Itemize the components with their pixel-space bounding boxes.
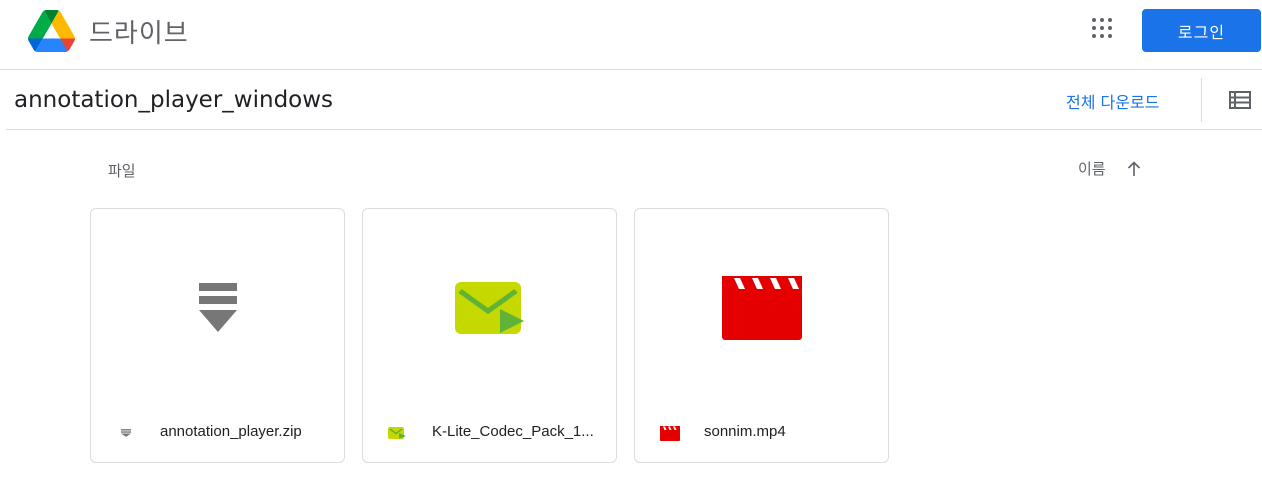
- arrow-up-icon: [1127, 160, 1140, 176]
- file-name: sonnim.mp4: [704, 423, 786, 440]
- file-name: annotation_player.zip: [160, 423, 302, 440]
- apps-grid-icon[interactable]: [1090, 16, 1114, 40]
- file-meta: annotation_player.zip: [91, 406, 344, 462]
- installer-icon: [388, 427, 406, 439]
- file-meta: K-Lite_Codec_Pack_1...: [363, 406, 616, 462]
- top-bar: 드라이브 로그인: [0, 0, 1262, 70]
- file-name: K-Lite_Codec_Pack_1...: [432, 423, 594, 440]
- sort-by-name-button[interactable]: 이름: [1078, 158, 1142, 179]
- file-thumbnail: [91, 209, 344, 406]
- drive-logo-link[interactable]: 드라이브: [27, 10, 189, 52]
- file-thumbnail: [635, 209, 888, 406]
- video-icon: [660, 426, 680, 441]
- list-view-icon[interactable]: [1228, 89, 1252, 111]
- login-button[interactable]: 로그인: [1142, 9, 1261, 52]
- video-icon: [721, 275, 802, 340]
- zip-archive-icon: [198, 282, 237, 332]
- folder-bar: annotation_player_windows 전체 다운로드: [6, 70, 1262, 130]
- folder-title: annotation_player_windows: [14, 87, 334, 113]
- file-card[interactable]: annotation_player.zip: [90, 208, 345, 463]
- files-section-label: 파일: [108, 162, 136, 180]
- drive-logo-icon: [27, 10, 76, 52]
- sort-label: 이름: [1078, 160, 1106, 178]
- file-card[interactable]: sonnim.mp4: [634, 208, 889, 463]
- download-all-button[interactable]: 전체 다운로드: [1066, 89, 1159, 113]
- file-meta: sonnim.mp4: [635, 406, 888, 462]
- file-card[interactable]: K-Lite_Codec_Pack_1...: [362, 208, 617, 463]
- app-name: 드라이브: [89, 18, 189, 49]
- installer-icon: [454, 281, 524, 334]
- file-thumbnail: [363, 209, 616, 406]
- toolbar-divider: [1201, 78, 1202, 122]
- zip-archive-icon: [121, 429, 131, 437]
